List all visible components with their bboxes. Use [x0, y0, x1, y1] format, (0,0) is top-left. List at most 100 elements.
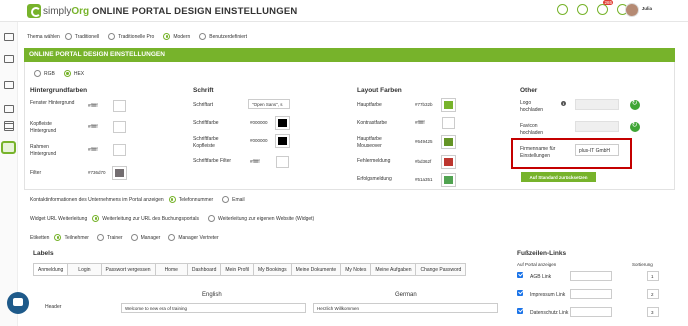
impressum-checkbox[interactable] — [517, 290, 523, 296]
widget-redirect-label: Widget URL Weiterleitung — [30, 215, 88, 222]
datenschutz-checkbox[interactable] — [517, 308, 523, 314]
favicon-reset-icon[interactable] — [630, 121, 640, 132]
user-name[interactable]: Julia — [642, 6, 652, 11]
tab-my-profile[interactable]: Mein Profil — [221, 264, 254, 275]
rgb-radio[interactable] — [34, 70, 41, 77]
impressum-link-input[interactable] — [570, 289, 612, 299]
agb-sort-input[interactable]: 1 — [647, 271, 659, 281]
sidebar — [0, 22, 18, 326]
redirect-website-radio[interactable] — [207, 215, 215, 222]
contact-phone-radio[interactable] — [168, 196, 176, 203]
bg-frame-swatch[interactable] — [113, 144, 126, 156]
theme-option-label: Modern — [173, 33, 191, 40]
layout-contrast-swatch[interactable] — [442, 117, 455, 129]
sidebar-users-icon[interactable] — [4, 121, 14, 129]
layout-main-swatch[interactable] — [441, 98, 456, 112]
tab-anmeldung[interactable]: Anmeldung — [34, 264, 69, 275]
header-english-input[interactable]: Welcome to new era of training — [121, 303, 306, 313]
theme-radio-traditionell-pro[interactable] — [108, 33, 116, 40]
footer-links-title: Fußzeilen-Links — [517, 250, 567, 257]
font-filter-color-swatch[interactable] — [276, 156, 289, 168]
tab-my-notes[interactable]: My Notes — [341, 264, 372, 275]
tab-dashboard[interactable]: Dashboard — [187, 264, 222, 275]
agb-link-label: AGB Link — [530, 274, 552, 280]
bg-filter-hex[interactable]: #736d70 — [88, 170, 106, 175]
globe-icon[interactable] — [577, 4, 588, 15]
logo-icon — [27, 4, 41, 18]
avatar[interactable] — [625, 3, 639, 17]
layout-error-swatch[interactable] — [441, 155, 456, 169]
color-mode-selector: RGB HEX — [34, 70, 84, 77]
theme-radio-modern[interactable] — [163, 33, 171, 40]
layout-hover-swatch[interactable] — [441, 135, 456, 149]
font-family-input[interactable]: "Open Sans", s — [248, 99, 290, 109]
lightbulb-icon[interactable] — [557, 4, 568, 15]
layout-success-swatch[interactable] — [441, 173, 456, 187]
favicon-upload-field[interactable] — [575, 121, 619, 132]
tab-password-forgot[interactable]: Passwort vergessen — [101, 264, 156, 275]
header-german-input[interactable]: Herzlich Willkommen — [313, 303, 498, 313]
datenschutz-sort-input[interactable]: 3 — [647, 307, 659, 317]
font-header-color-hex[interactable]: #000000 — [250, 138, 268, 143]
layout-error-hex[interactable]: #bd362f — [415, 159, 431, 164]
agb-checkbox[interactable] — [517, 272, 523, 278]
section-header: ONLINE PORTAL DESIGN EINSTELLUNGEN — [24, 48, 675, 62]
sidebar-courses-icon[interactable] — [4, 55, 14, 63]
datenschutz-link-input[interactable] — [570, 307, 612, 317]
company-name-input[interactable]: plus-IT GmbH — [575, 144, 619, 156]
hex-radio[interactable] — [63, 70, 71, 77]
tab-change-password[interactable]: Change Password — [416, 264, 466, 275]
bg-window-hex[interactable]: #ffffff — [88, 103, 98, 108]
role-participant-radio[interactable] — [54, 234, 62, 241]
logo[interactable]: simplyOrg — [27, 4, 89, 18]
tab-home[interactable]: Home — [155, 264, 188, 275]
impressum-sort-input[interactable]: 2 — [647, 289, 659, 299]
tab-my-documents[interactable]: Meine Dokumente — [291, 264, 342, 275]
theme-radio-custom[interactable] — [199, 33, 207, 40]
bg-colors-title: Hintergrundfarben — [30, 87, 88, 94]
layout-contrast-hex[interactable]: #ffffff — [415, 120, 425, 125]
info-icon[interactable]: i — [561, 101, 566, 106]
contact-email-radio[interactable] — [222, 196, 230, 203]
layout-main-hex[interactable]: #77b32b — [415, 102, 433, 107]
agb-link-input[interactable] — [570, 271, 612, 281]
tab-my-tasks[interactable]: Meine Aufgaben — [371, 264, 417, 275]
sidebar-calendar-icon[interactable] — [4, 33, 14, 41]
role-option-label: Teilnehmer — [64, 234, 89, 241]
page-title: ONLINE PORTAL DESIGN EINSTELLUNGEN — [92, 6, 298, 17]
bg-header-swatch[interactable] — [113, 121, 126, 133]
logo-reset-icon[interactable] — [630, 99, 640, 110]
sidebar-announce-icon[interactable] — [4, 105, 14, 113]
chat-icon[interactable] — [7, 292, 29, 314]
font-header-color-swatch[interactable] — [275, 134, 290, 148]
font-family-label: Schriftart — [193, 102, 214, 108]
role-manager-radio[interactable] — [130, 234, 138, 241]
font-header-color-label: Schriftfarbe Kopfleiste — [193, 136, 219, 149]
tab-my-bookings[interactable]: My Bookings — [254, 264, 292, 275]
bg-window-swatch[interactable] — [113, 100, 126, 112]
role-trainer-radio[interactable] — [96, 234, 104, 241]
bell-icon[interactable] — [597, 0, 613, 15]
sidebar-grid-icon[interactable] — [4, 81, 14, 89]
layout-success-hex[interactable]: #51a351 — [415, 177, 433, 182]
font-color-swatch[interactable] — [275, 116, 290, 130]
reset-defaults-button[interactable]: Auf Standard zurücksetzen — [521, 172, 596, 182]
sort-label: Sortierung — [632, 262, 653, 267]
bg-header-hex[interactable]: #ffffff — [88, 124, 98, 129]
font-filter-color-hex[interactable]: #ffffff — [250, 159, 260, 164]
role-option-label: Manager Vertreter — [178, 234, 219, 241]
logo-upload-field[interactable] — [575, 99, 619, 110]
role-deputy-radio[interactable] — [168, 234, 176, 241]
bg-filter-swatch[interactable] — [112, 166, 127, 180]
layout-error-label: Fehlermeldung — [357, 158, 391, 164]
font-title: Schrift — [193, 87, 214, 94]
bg-frame-hex[interactable]: #ffffff — [88, 147, 98, 152]
sidebar-design-icon[interactable] — [1, 141, 16, 154]
top-bar: simplyOrg ONLINE PORTAL DESIGN EINSTELLU… — [0, 0, 688, 22]
font-color-hex[interactable]: #000000 — [250, 120, 268, 125]
theme-option-label: Traditionelle Pro — [118, 33, 155, 40]
layout-hover-hex[interactable]: #649425 — [415, 139, 433, 144]
redirect-portal-radio[interactable] — [92, 215, 100, 222]
theme-radio-traditionell[interactable] — [64, 33, 72, 40]
tab-login[interactable]: Login — [68, 264, 102, 275]
